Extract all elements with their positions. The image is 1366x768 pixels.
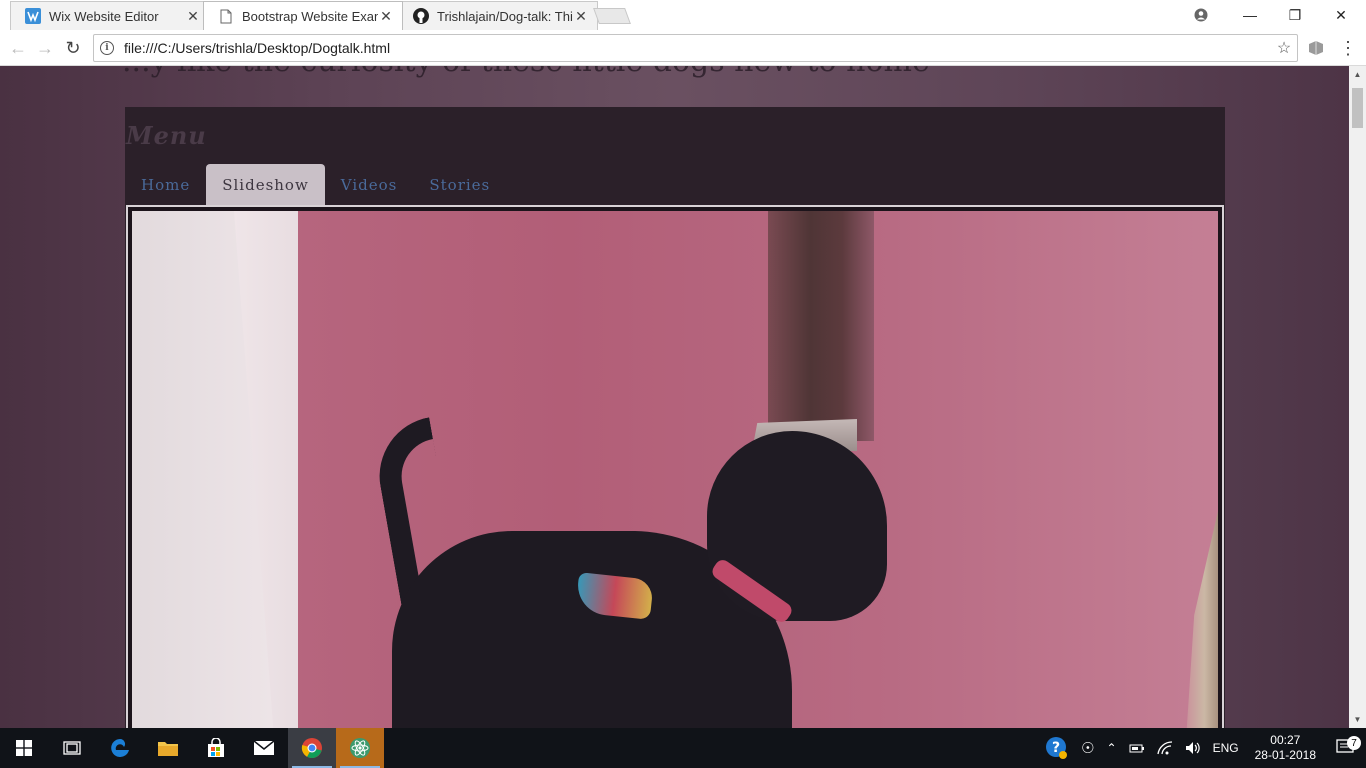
close-icon[interactable]: ✕ — [573, 8, 589, 25]
page-scrollbar[interactable]: ▲ ▼ — [1349, 66, 1366, 728]
menu-kebab-icon[interactable]: ⋮ — [1337, 37, 1359, 59]
clock[interactable]: 00:27 28-01-2018 — [1245, 733, 1326, 763]
maximize-button[interactable]: ❐ — [1272, 0, 1318, 30]
mail-icon[interactable] — [240, 728, 288, 768]
profile-icon[interactable] — [1178, 0, 1224, 30]
page-heading: ...y like the curiosity of these little … — [122, 66, 930, 79]
extension-icon[interactable] — [1305, 37, 1327, 59]
close-icon[interactable]: ✕ — [378, 8, 394, 25]
notification-badge: 7 — [1347, 736, 1361, 750]
info-icon[interactable]: i — [100, 41, 114, 55]
windows-taskbar: ? ☉ ⌃ ENG 00:27 28-01-2018 7 — [0, 728, 1366, 768]
tab-wix[interactable]: Wix Website Editor ✕ — [10, 1, 210, 30]
page-favicon-icon — [218, 8, 234, 24]
tab-home[interactable]: Home — [125, 164, 206, 205]
start-windows-icon[interactable] — [0, 728, 48, 768]
dog-photo[interactable] — [132, 211, 1218, 728]
slideshow-frame — [126, 205, 1224, 728]
chrome-icon[interactable] — [288, 728, 336, 768]
svg-text:?: ? — [1052, 740, 1060, 756]
clock-time: 00:27 — [1270, 733, 1301, 747]
address-bar[interactable]: i file:///C:/Users/trishla/Desktop/Dogta… — [93, 34, 1298, 62]
language-indicator[interactable]: ENG — [1207, 741, 1245, 755]
system-tray: ? ☉ ⌃ ENG 00:27 28-01-2018 7 — [1039, 728, 1366, 768]
edge-icon[interactable] — [96, 728, 144, 768]
battery-icon[interactable] — [1123, 742, 1151, 754]
tab-stories[interactable]: Stories — [413, 164, 506, 205]
reload-icon[interactable]: ↻ — [62, 37, 84, 59]
tab-bootstrap[interactable]: Bootstrap Website Examp ✕ — [203, 1, 403, 30]
tab-slideshow[interactable]: Slideshow — [206, 164, 325, 205]
chevron-up-icon[interactable]: ⌃ — [1101, 741, 1123, 755]
tab-title: Wix Website Editor — [49, 8, 159, 24]
menu-title: Menu — [126, 121, 207, 150]
store-icon[interactable] — [192, 728, 240, 768]
task-view-icon[interactable] — [48, 728, 96, 768]
window-close-button[interactable]: ✕ — [1318, 0, 1364, 30]
help-icon[interactable]: ? — [1039, 736, 1075, 760]
menu-panel: Menu Home Slideshow Videos Stories — [125, 107, 1225, 728]
back-icon[interactable]: ← — [7, 37, 29, 59]
github-icon — [413, 8, 429, 24]
browser-tab-strip: Wix Website Editor ✕ Bootstrap Website E… — [0, 0, 1366, 30]
notification-center-icon[interactable]: 7 — [1326, 736, 1366, 757]
tab-title: Bootstrap Website Examp — [242, 8, 378, 24]
browser-toolbar: ← → ↻ i file:///C:/Users/trishla/Desktop… — [0, 30, 1366, 66]
photo-right-edge — [1184, 511, 1218, 728]
wifi-icon[interactable] — [1151, 741, 1179, 755]
forward-icon[interactable]: → — [34, 37, 56, 59]
nav-tabs: Home Slideshow Videos Stories — [125, 164, 506, 205]
url-text[interactable]: file:///C:/Users/trishla/Desktop/Dogtalk… — [124, 40, 1271, 56]
close-icon[interactable]: ✕ — [185, 8, 201, 25]
wix-favicon-icon — [25, 8, 41, 24]
scroll-down-icon[interactable]: ▼ — [1349, 711, 1366, 728]
volume-icon[interactable] — [1179, 741, 1207, 755]
dog-head — [707, 431, 887, 621]
bookmark-star-icon[interactable]: ☆ — [1271, 38, 1297, 58]
tab-github[interactable]: Trishlajain/Dog-talk: This ✕ — [398, 1, 598, 30]
photo-post — [768, 211, 874, 441]
scroll-up-icon[interactable]: ▲ — [1349, 66, 1366, 83]
tab-videos[interactable]: Videos — [325, 164, 414, 205]
atom-icon[interactable] — [336, 728, 384, 768]
minimize-button[interactable]: — — [1227, 0, 1273, 30]
file-explorer-icon[interactable] — [144, 728, 192, 768]
scroll-thumb[interactable] — [1352, 88, 1363, 128]
new-tab-button[interactable] — [593, 8, 631, 24]
page-viewport: ...y like the curiosity of these little … — [0, 66, 1349, 728]
clock-date: 28-01-2018 — [1254, 748, 1316, 762]
people-icon[interactable]: ☉ — [1075, 739, 1100, 757]
tab-title: Trishlajain/Dog-talk: This — [437, 8, 573, 24]
